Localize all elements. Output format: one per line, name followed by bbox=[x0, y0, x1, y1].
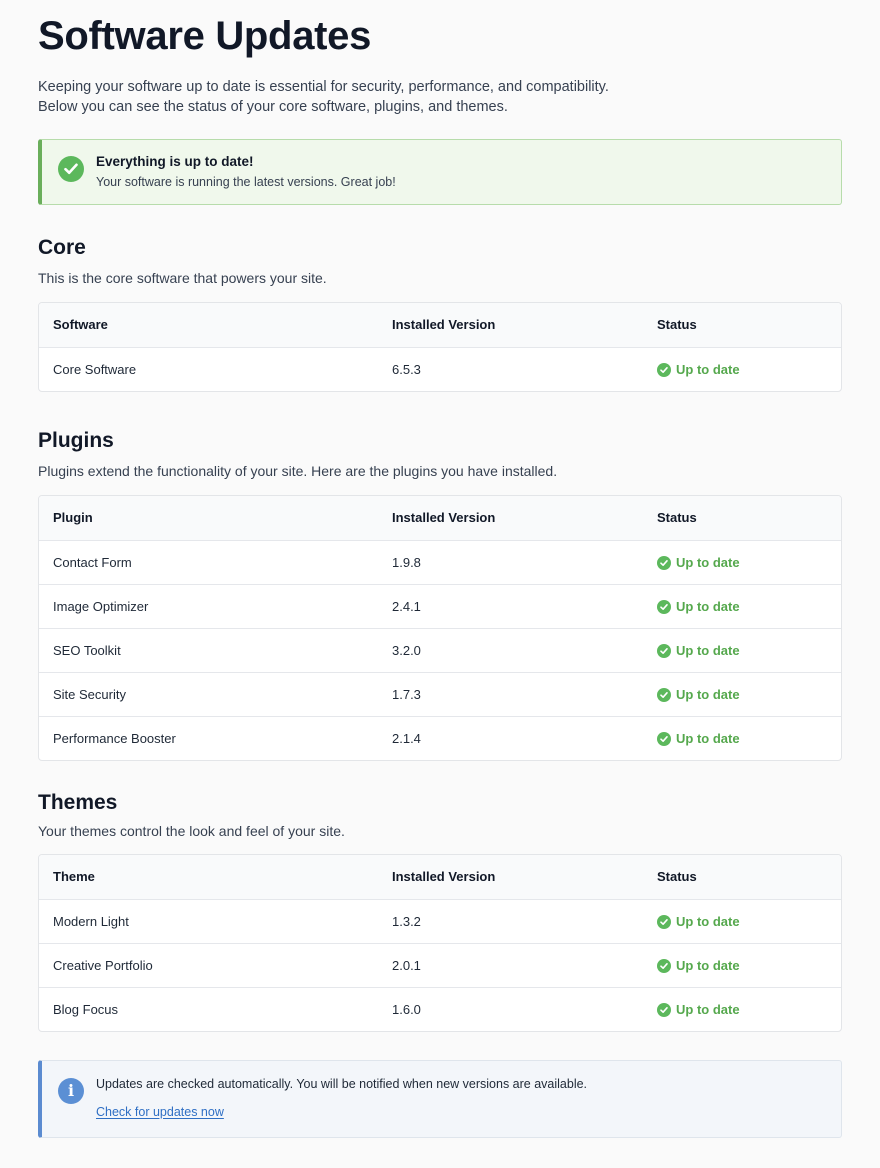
plugins-table-header: Plugin Installed Version Status bbox=[39, 496, 841, 540]
core-table-header: Software Installed Version Status bbox=[39, 303, 841, 347]
status-label: Up to date bbox=[676, 555, 740, 570]
check-circle-icon bbox=[657, 556, 671, 570]
intro-line-2: Below you can see the status of your cor… bbox=[38, 99, 508, 115]
status-badge: Up to date bbox=[657, 585, 740, 629]
column-header: Installed Version bbox=[392, 510, 496, 525]
info-icon: i bbox=[58, 1078, 84, 1104]
check-circle-icon bbox=[657, 363, 671, 377]
check-circle-icon bbox=[657, 959, 671, 973]
status-badge: Up to date bbox=[657, 944, 740, 988]
themes-section-title: Themes bbox=[38, 791, 118, 814]
status-badge: Up to date bbox=[657, 988, 740, 1031]
table-row: Image Optimizer 2.4.1 Up to date bbox=[39, 584, 841, 628]
column-header: Software bbox=[53, 317, 108, 332]
status-label: Up to date bbox=[676, 731, 740, 746]
column-header: Installed Version bbox=[392, 317, 496, 332]
table-row: Site Security 1.7.3 Up to date bbox=[39, 672, 841, 716]
status-label: Up to date bbox=[676, 1002, 740, 1017]
item-name: Creative Portfolio bbox=[53, 958, 153, 973]
column-header: Status bbox=[657, 510, 697, 525]
column-header: Status bbox=[657, 869, 697, 884]
column-header: Installed Version bbox=[392, 869, 496, 884]
auto-update-info: i Updates are checked automatically. You… bbox=[38, 1060, 842, 1138]
table-row: Core Software 6.5.3 Up to date bbox=[39, 347, 841, 391]
status-badge: Up to date bbox=[657, 541, 740, 585]
check-for-updates-link[interactable]: Check for updates now bbox=[96, 1105, 224, 1119]
item-name: Core Software bbox=[53, 362, 137, 377]
intro-line-1: Keeping your software up to date is esse… bbox=[38, 79, 609, 95]
item-name: Performance Booster bbox=[53, 731, 176, 746]
item-name: Site Security bbox=[53, 687, 126, 702]
page-title: Software Updates bbox=[38, 14, 372, 58]
table-row: Blog Focus 1.6.0 Up to date bbox=[39, 987, 841, 1031]
status-label: Up to date bbox=[676, 958, 740, 973]
installed-version: 2.4.1 bbox=[392, 599, 421, 614]
status-badge: Up to date bbox=[657, 717, 740, 760]
check-circle-icon bbox=[657, 915, 671, 929]
check-circle-icon bbox=[657, 1003, 671, 1017]
installed-version: 2.1.4 bbox=[392, 731, 421, 746]
installed-version: 1.3.2 bbox=[392, 914, 421, 929]
installed-version: 3.2.0 bbox=[392, 643, 421, 658]
column-header: Status bbox=[657, 317, 697, 332]
up-to-date-notice: Everything is up to date! Your software … bbox=[38, 139, 842, 205]
item-name: Contact Form bbox=[53, 555, 132, 570]
plugins-section-title: Plugins bbox=[38, 429, 114, 452]
installed-version: 2.0.1 bbox=[392, 958, 421, 973]
installed-version: 1.9.8 bbox=[392, 555, 421, 570]
notice-message: Your software is running the latest vers… bbox=[96, 175, 396, 189]
core-section-title: Core bbox=[38, 236, 86, 259]
check-circle-icon bbox=[58, 156, 84, 182]
column-header: Plugin bbox=[53, 510, 93, 525]
table-row: Contact Form 1.9.8 Up to date bbox=[39, 540, 841, 584]
themes-section-description: Your themes control the look and feel of… bbox=[38, 823, 345, 839]
check-circle-icon bbox=[657, 688, 671, 702]
table-row: Performance Booster 2.1.4 Up to date bbox=[39, 716, 841, 760]
item-name: Image Optimizer bbox=[53, 599, 149, 614]
themes-table-header: Theme Installed Version Status bbox=[39, 855, 841, 899]
status-badge: Up to date bbox=[657, 673, 740, 717]
status-label: Up to date bbox=[676, 914, 740, 929]
table-row: Creative Portfolio 2.0.1 Up to date bbox=[39, 943, 841, 987]
plugins-table: Plugin Installed Version Status Contact For… bbox=[38, 495, 842, 761]
status-badge: Up to date bbox=[657, 900, 740, 944]
status-label: Up to date bbox=[676, 362, 740, 377]
item-name: SEO Toolkit bbox=[53, 643, 121, 658]
status-badge: Up to date bbox=[657, 348, 740, 391]
page-intro: Keeping your software up to date is esse… bbox=[38, 77, 738, 117]
table-row: SEO Toolkit 3.2.0 Up to date bbox=[39, 628, 841, 672]
check-circle-icon bbox=[657, 600, 671, 614]
table-row: Modern Light 1.3.2 Up to date bbox=[39, 899, 841, 943]
installed-version: 1.7.3 bbox=[392, 687, 421, 702]
info-message: Updates are checked automatically. You w… bbox=[96, 1077, 588, 1091]
plugins-section-description: Plugins extend the functionality of your… bbox=[38, 463, 558, 479]
check-circle-icon bbox=[657, 644, 671, 658]
installed-version: 6.5.3 bbox=[392, 362, 421, 377]
status-label: Up to date bbox=[676, 599, 740, 614]
software-updates-page: Software Updates Keeping your software u… bbox=[0, 0, 880, 1168]
check-circle-icon bbox=[657, 732, 671, 746]
core-section-description: This is the core software that powers yo… bbox=[38, 270, 327, 286]
column-header: Theme bbox=[53, 869, 95, 884]
status-label: Up to date bbox=[676, 687, 740, 702]
notice-title: Everything is up to date! bbox=[96, 154, 254, 169]
item-name: Blog Focus bbox=[53, 1002, 119, 1017]
installed-version: 1.6.0 bbox=[392, 1002, 421, 1017]
themes-table: Theme Installed Version Status Modern Light… bbox=[38, 854, 842, 1032]
item-name: Modern Light bbox=[53, 914, 129, 929]
status-badge: Up to date bbox=[657, 629, 740, 673]
core-table: Software Installed Version Status Core Soft… bbox=[38, 302, 842, 392]
status-label: Up to date bbox=[676, 643, 740, 658]
